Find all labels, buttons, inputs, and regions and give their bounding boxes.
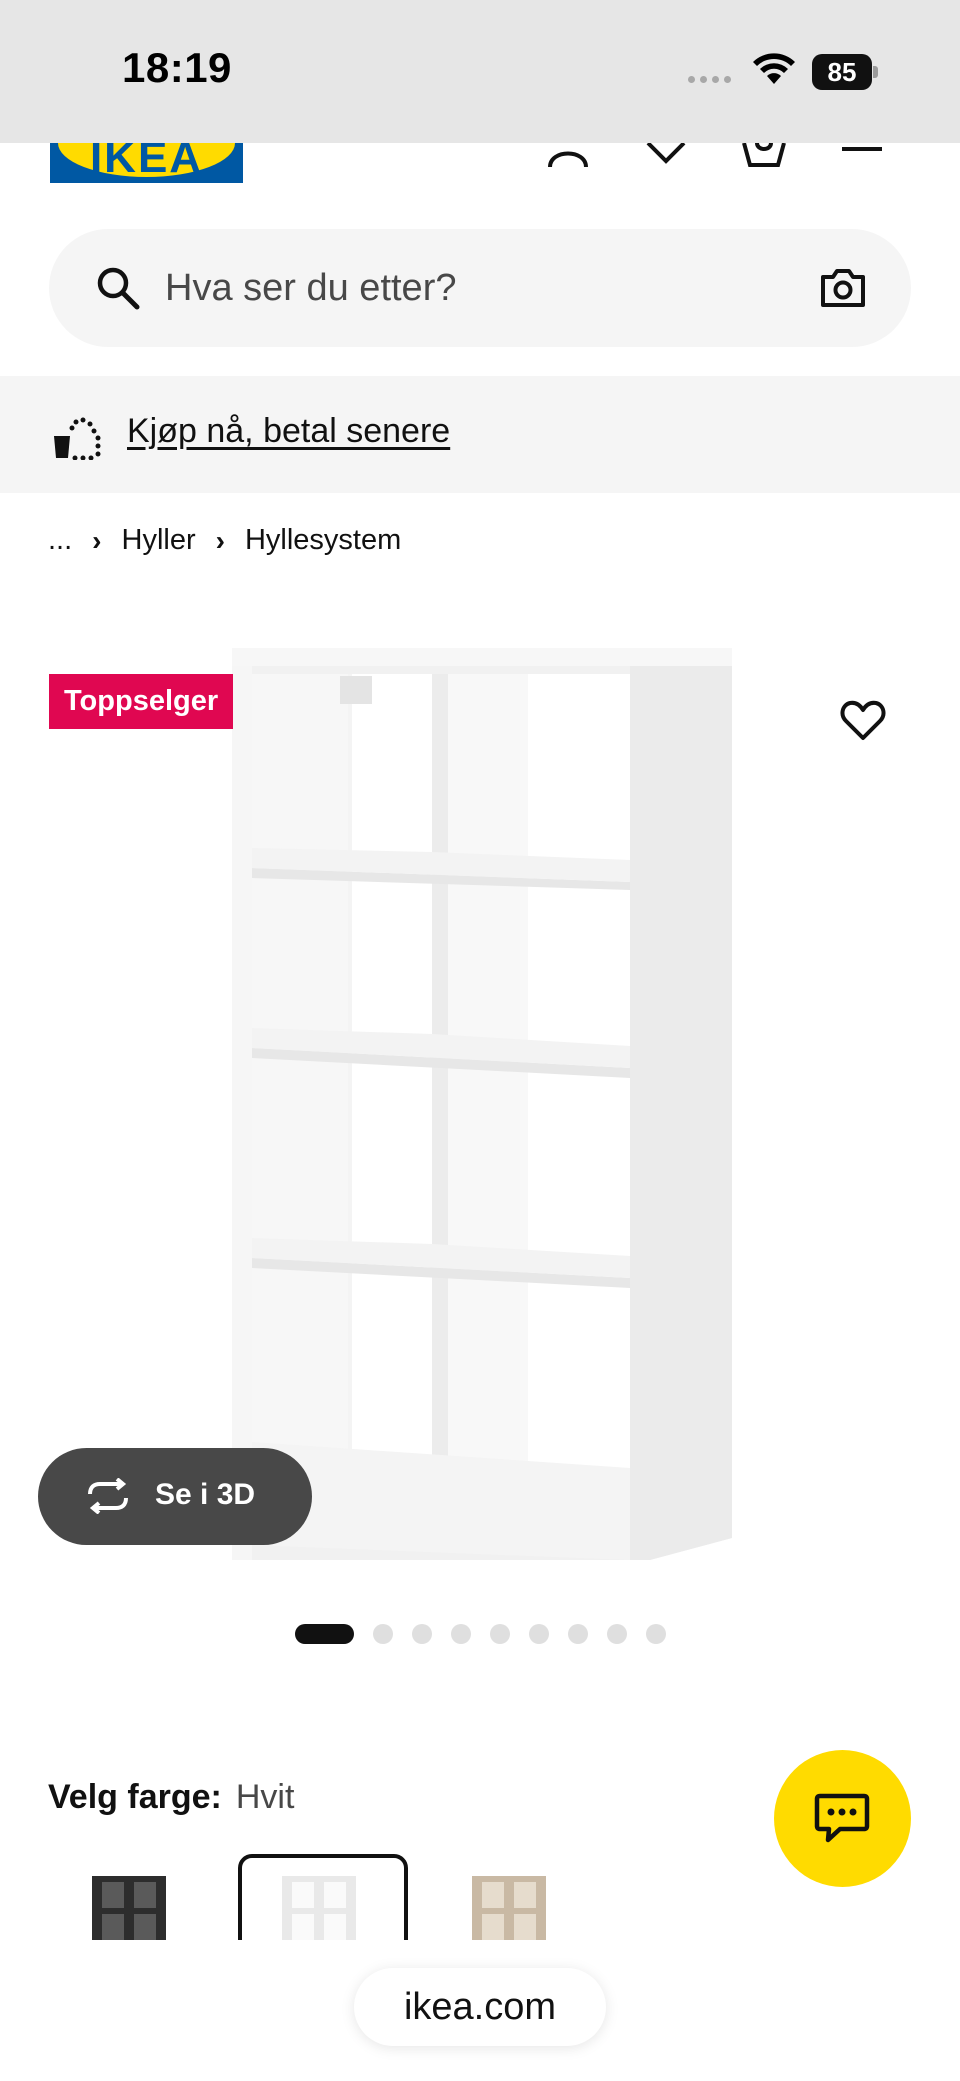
cellular-signal-icon	[688, 76, 731, 83]
breadcrumb-item-hyller[interactable]: Hyller	[122, 524, 196, 557]
search-input[interactable]	[165, 229, 765, 347]
menu-icon[interactable]	[840, 143, 884, 169]
carousel-dot-active[interactable]	[295, 1624, 354, 1644]
shopping-bag-icon[interactable]	[742, 143, 786, 169]
battery-level: 85	[812, 54, 872, 90]
ikea-logo[interactable]: IKEA	[50, 143, 243, 183]
carousel-indicator	[295, 1624, 685, 1644]
top-seller-badge: Toppselger	[49, 674, 234, 729]
carousel-dot[interactable]	[412, 1624, 432, 1644]
shelf-thumbnail-white	[282, 1876, 356, 1940]
color-label-title: Velg farge:	[48, 1778, 222, 1816]
color-selector-label: Velg farge: Hvit	[48, 1778, 294, 1817]
wifi-icon	[753, 53, 795, 84]
chevron-right-icon: ›	[215, 524, 225, 556]
browser-url-pill[interactable]: ikea.com	[354, 1968, 606, 2046]
search-icon	[97, 267, 140, 310]
color-label-value: Hvit	[235, 1778, 295, 1816]
shelf-thumbnail-oak	[472, 1876, 546, 1940]
heart-icon	[840, 700, 886, 740]
carousel-dot[interactable]	[568, 1624, 588, 1644]
swatch-white-selected[interactable]	[238, 1854, 408, 1940]
favorite-button[interactable]	[822, 680, 904, 762]
status-time: 18:19	[122, 44, 232, 91]
site-header: IKEA	[0, 143, 960, 213]
carousel-dot[interactable]	[607, 1624, 627, 1644]
camera-icon[interactable]	[819, 267, 867, 309]
status-bar: 18:19 85	[0, 0, 960, 143]
carousel-dot[interactable]	[451, 1624, 471, 1644]
breadcrumb-item-hyllesystem[interactable]: Hyllesystem	[245, 524, 401, 557]
battery-icon: 85	[812, 54, 878, 90]
search-bar[interactable]	[49, 229, 911, 347]
heart-icon[interactable]	[644, 143, 688, 169]
swatch-white-stained-oak[interactable]	[428, 1854, 598, 1940]
shelf-thumbnail-black	[92, 1876, 166, 1940]
carousel-dot[interactable]	[646, 1624, 666, 1644]
breadcrumb-ellipsis[interactable]: ...	[48, 524, 72, 557]
pay-later-icon	[54, 417, 101, 460]
color-swatches	[48, 1852, 648, 1940]
account-icon[interactable]	[546, 143, 590, 169]
chat-button[interactable]	[774, 1750, 911, 1887]
view-in-3d-label: Se i 3D	[155, 1478, 256, 1511]
breadcrumb: ... › Hyller › Hyllesystem	[48, 524, 401, 557]
carousel-dot[interactable]	[373, 1624, 393, 1644]
chevron-right-icon: ›	[92, 524, 102, 556]
carousel-dot[interactable]	[490, 1624, 510, 1644]
carousel-dot[interactable]	[529, 1624, 549, 1644]
logo-text: IKEA	[89, 143, 204, 182]
swatch-black-brown[interactable]	[48, 1854, 218, 1940]
rotate-3d-icon	[88, 1478, 128, 1514]
pay-later-banner: Kjøp nå, betal senere	[0, 376, 960, 493]
chat-icon	[814, 1793, 870, 1843]
view-in-3d-button[interactable]: Se i 3D	[38, 1448, 312, 1545]
pay-later-link[interactable]: Kjøp nå, betal senere	[127, 412, 450, 451]
